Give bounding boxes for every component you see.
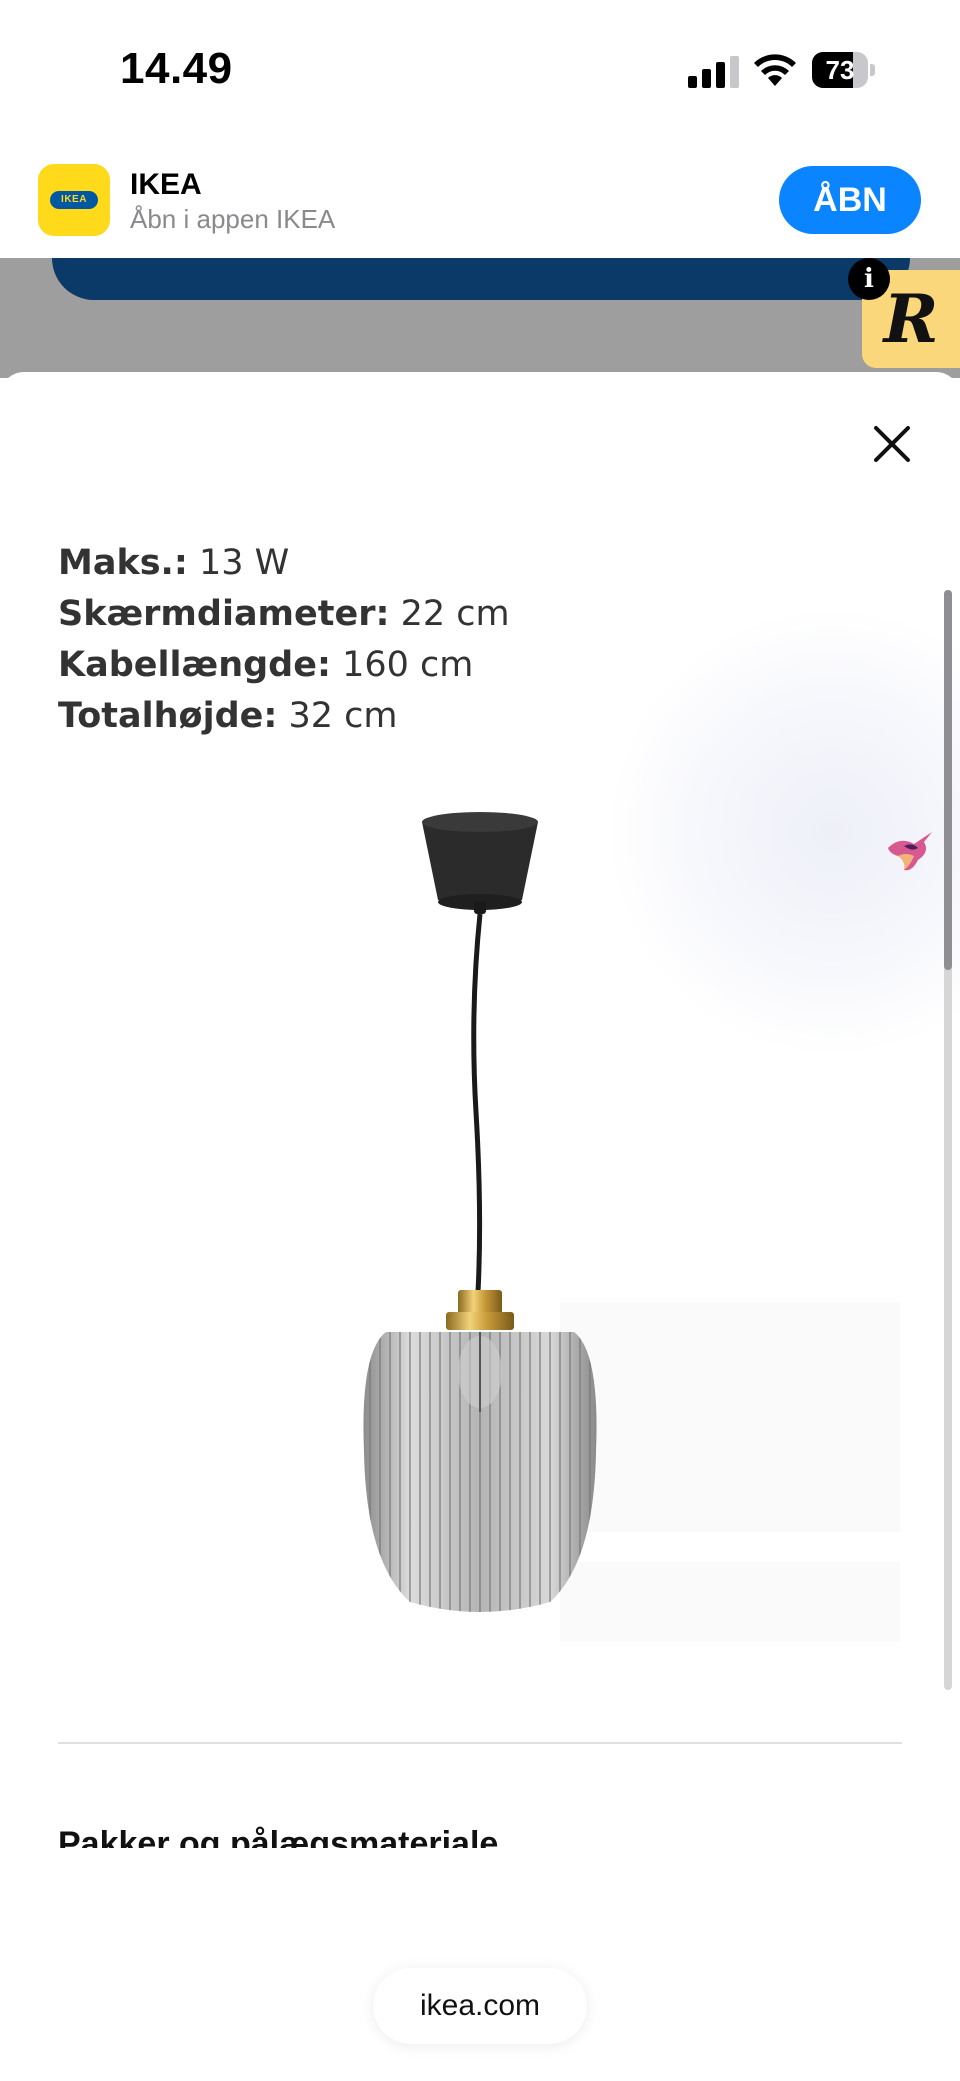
smart-app-banner: IKEA IKEA Åbn i appen IKEA ÅBN xyxy=(0,140,960,258)
wifi-icon xyxy=(754,54,796,86)
page: 14.49 73 IKEA IKEA Åbn i appen IKEA ÅBN xyxy=(0,0,960,2081)
spec-label: Maks.: xyxy=(58,543,188,583)
spec-value: 32 cm xyxy=(277,696,398,736)
pendant-lamp-image xyxy=(363,812,597,1612)
page-backdrop[interactable] xyxy=(0,258,960,378)
app-subtitle: Åbn i appen IKEA xyxy=(130,204,336,234)
next-section-heading[interactable]: Pakker og pålægsmateriale xyxy=(58,1824,902,1848)
spec-row-total-height: Totalhøjde: 32 cm xyxy=(58,691,510,742)
battery-tip xyxy=(870,64,875,76)
browser-url-bar: ikea.com xyxy=(0,1880,960,2081)
next-section-heading-text: Pakker og pålægsmateriale xyxy=(58,1825,499,1848)
spec-row-max-wattage: Maks.: 13 W xyxy=(58,538,510,589)
scrollbar-thumb[interactable] xyxy=(944,590,952,970)
spec-value: 13 W xyxy=(187,543,290,583)
ikea-app-icon[interactable]: IKEA xyxy=(38,164,110,236)
spec-value: 22 cm xyxy=(389,594,510,634)
backdrop-navy-bar xyxy=(52,258,910,300)
product-details-sheet: Maks.: 13 W Skærmdiameter: 22 cm Kabellæ… xyxy=(0,372,960,2081)
battery-percent: 73 xyxy=(825,55,855,85)
spec-row-shade-diameter: Skærmdiameter: 22 cm xyxy=(58,589,510,640)
spec-label: Skærmdiameter: xyxy=(58,594,390,634)
faint-panel xyxy=(560,1562,900,1642)
close-icon[interactable] xyxy=(870,422,914,466)
spec-label: Totalhøjde: xyxy=(58,696,278,736)
spec-label: Kabellængde: xyxy=(58,645,331,685)
info-icon[interactable]: i xyxy=(848,258,890,300)
spec-row-cable-length: Kabellængde: 160 cm xyxy=(58,640,510,691)
section-divider xyxy=(58,1742,902,1744)
open-in-app-button[interactable]: ÅBN xyxy=(779,166,921,234)
ikea-logo-text: IKEA xyxy=(50,191,98,209)
spec-value: 160 cm xyxy=(330,645,474,685)
url-pill[interactable]: ikea.com xyxy=(373,1968,587,2044)
faint-panel xyxy=(560,1302,900,1532)
app-name: IKEA xyxy=(130,168,202,201)
status-bar: 14.49 73 xyxy=(0,0,960,140)
cellular-signal-icon xyxy=(688,56,739,88)
hummingbird-icon[interactable] xyxy=(884,822,942,880)
product-specs: Maks.: 13 W Skærmdiameter: 22 cm Kabellæ… xyxy=(58,538,510,742)
battery-body: 73 xyxy=(812,52,868,88)
battery-indicator: 73 xyxy=(812,52,876,88)
status-time: 14.49 xyxy=(120,44,233,93)
